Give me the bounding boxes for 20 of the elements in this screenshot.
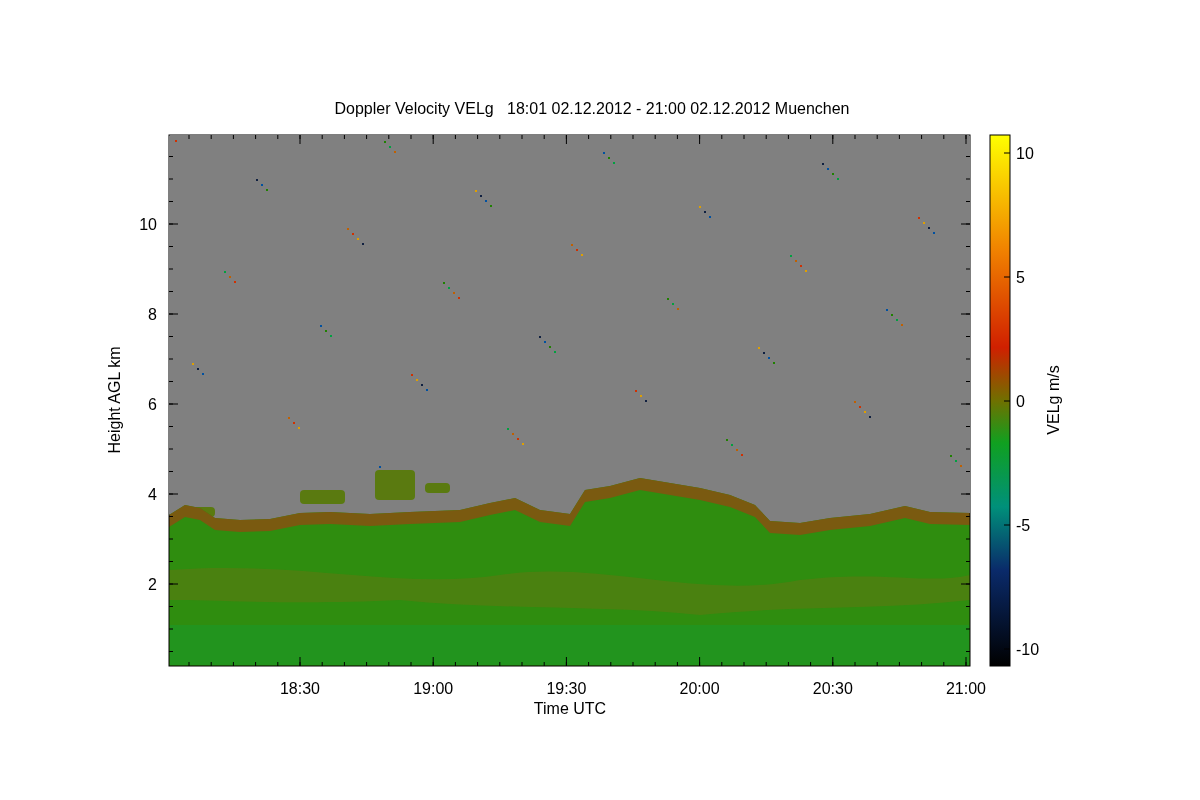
colorbar-tick-label: 0 <box>1016 393 1025 410</box>
x-axis-label: Time UTC <box>533 700 607 717</box>
x-tick-label: 21:00 <box>946 680 986 697</box>
x-tick-label: 19:30 <box>546 680 587 697</box>
y-tick-label: 6 <box>148 396 157 413</box>
chart-title: Doppler Velocity VELg 18:01 02.12.2012 - 21:00 02.12.2012 Muenchen <box>334 100 850 117</box>
y-tick-label: 10 <box>139 216 157 233</box>
y-tick-label: 4 <box>148 486 157 503</box>
colorbar-tick-label: 10 <box>1016 145 1034 162</box>
y-axis-label: Height AGL km <box>106 346 123 454</box>
colorbar-tick-label: -5 <box>1016 517 1031 534</box>
colorbar-tick-label: -10 <box>1016 641 1040 658</box>
colorbar-label: VELg m/s <box>1045 365 1062 435</box>
x-tick-label: 20:00 <box>679 680 720 697</box>
colorbar-tick-label: 5 <box>1016 269 1025 286</box>
y-tick-label: 8 <box>148 306 157 323</box>
y-tick-label: 2 <box>148 576 157 593</box>
x-tick-label: 19:00 <box>413 680 454 697</box>
x-tick-label: 18:30 <box>280 680 320 697</box>
x-tick-label: 20:30 <box>812 680 853 697</box>
